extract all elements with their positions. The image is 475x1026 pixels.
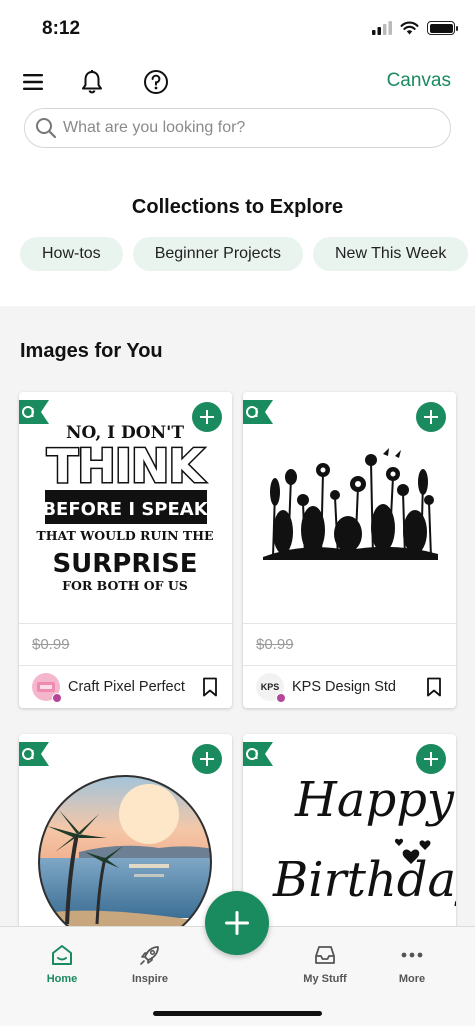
create-new-fab[interactable] xyxy=(205,891,269,955)
image-card[interactable]: NO, I DON'T THINK BEFORE I SPEAK THAT WO… xyxy=(19,392,232,708)
nav-more-label: More xyxy=(398,973,426,985)
designer-row[interactable]: Craft Pixel Perfect xyxy=(19,666,232,708)
collections-title: Collections to Explore xyxy=(131,196,344,218)
add-to-canvas-button[interactable] xyxy=(416,402,446,432)
chip-how-tos[interactable]: How-tos xyxy=(20,237,123,271)
nav-inspire-label: Inspire xyxy=(131,973,169,985)
add-to-canvas-button[interactable] xyxy=(192,402,222,432)
status-bar: 8:12 xyxy=(0,0,475,58)
images-section-title: Images for You xyxy=(20,340,163,362)
more-dots-icon xyxy=(401,952,423,958)
price-row: $0.99 xyxy=(19,624,232,666)
hamburger-menu-icon[interactable] xyxy=(19,68,47,96)
design-line-2: THINK xyxy=(47,439,206,493)
nav-home-label: Home xyxy=(46,973,78,985)
search-input[interactable] xyxy=(63,119,433,137)
battery-icon xyxy=(427,21,458,35)
image-card[interactable]: $0.99 KPS KPS Design Std xyxy=(243,392,456,708)
nav-my-stuff-label: My Stuff xyxy=(303,973,347,985)
home-indicator xyxy=(153,1011,322,1016)
collection-chips: How-tos Beginner Projects New This Week xyxy=(20,237,469,271)
bookmark-icon[interactable] xyxy=(426,677,442,697)
chip-new-this-week[interactable]: New This Week xyxy=(312,237,469,271)
price-row: $0.99 xyxy=(243,624,456,666)
access-badge-icon xyxy=(19,400,49,424)
price: $0.99 xyxy=(256,636,294,653)
bottom-nav: Home Inspire My Stuff More xyxy=(0,891,475,1026)
card-image[interactable] xyxy=(243,392,456,624)
plus-icon xyxy=(225,911,249,935)
designer-row[interactable]: KPS KPS Design Std xyxy=(243,666,456,708)
top-bar: Canvas xyxy=(0,64,475,100)
cellular-signal-icon xyxy=(372,21,392,35)
designer-name[interactable]: KPS Design Std xyxy=(292,679,426,695)
designer-name[interactable]: Craft Pixel Perfect xyxy=(68,679,202,695)
inbox-icon xyxy=(315,946,335,964)
bell-icon[interactable] xyxy=(78,68,106,96)
design-line-2: Birthday xyxy=(272,852,456,908)
status-time: 8:12 xyxy=(42,18,81,39)
search-icon xyxy=(36,118,57,139)
design-line-6: FOR BOTH OF US xyxy=(62,578,188,593)
rocket-icon xyxy=(140,946,159,965)
add-to-canvas-button[interactable] xyxy=(192,744,222,774)
canvas-link[interactable]: Canvas xyxy=(387,70,451,92)
design-line-3: BEFORE I SPEAK xyxy=(42,499,208,520)
nav-my-stuff[interactable]: My Stuff xyxy=(285,943,365,985)
access-badge-icon xyxy=(243,400,273,424)
access-badge-icon xyxy=(243,742,273,766)
search-bar[interactable] xyxy=(24,108,451,148)
nav-inspire[interactable]: Inspire xyxy=(110,943,190,985)
help-icon[interactable] xyxy=(142,68,170,96)
card-image[interactable]: NO, I DON'T THINK BEFORE I SPEAK THAT WO… xyxy=(19,392,232,624)
design-line-1: Happy xyxy=(294,772,455,828)
wifi-icon xyxy=(400,21,419,35)
status-icons xyxy=(372,21,458,35)
bookmark-icon[interactable] xyxy=(202,677,218,697)
home-icon xyxy=(52,945,72,965)
add-to-canvas-button[interactable] xyxy=(416,744,446,774)
nav-more[interactable]: More xyxy=(372,943,452,985)
design-line-4: THAT WOULD RUIN THE xyxy=(36,528,213,543)
price: $0.99 xyxy=(32,636,70,653)
chip-beginner-projects[interactable]: Beginner Projects xyxy=(132,237,303,271)
designer-avatar xyxy=(32,673,62,703)
designer-avatar: KPS xyxy=(256,673,286,703)
design-line-5: SURPRISE xyxy=(52,549,197,579)
access-badge-icon xyxy=(19,742,49,766)
nav-home[interactable]: Home xyxy=(22,943,102,985)
